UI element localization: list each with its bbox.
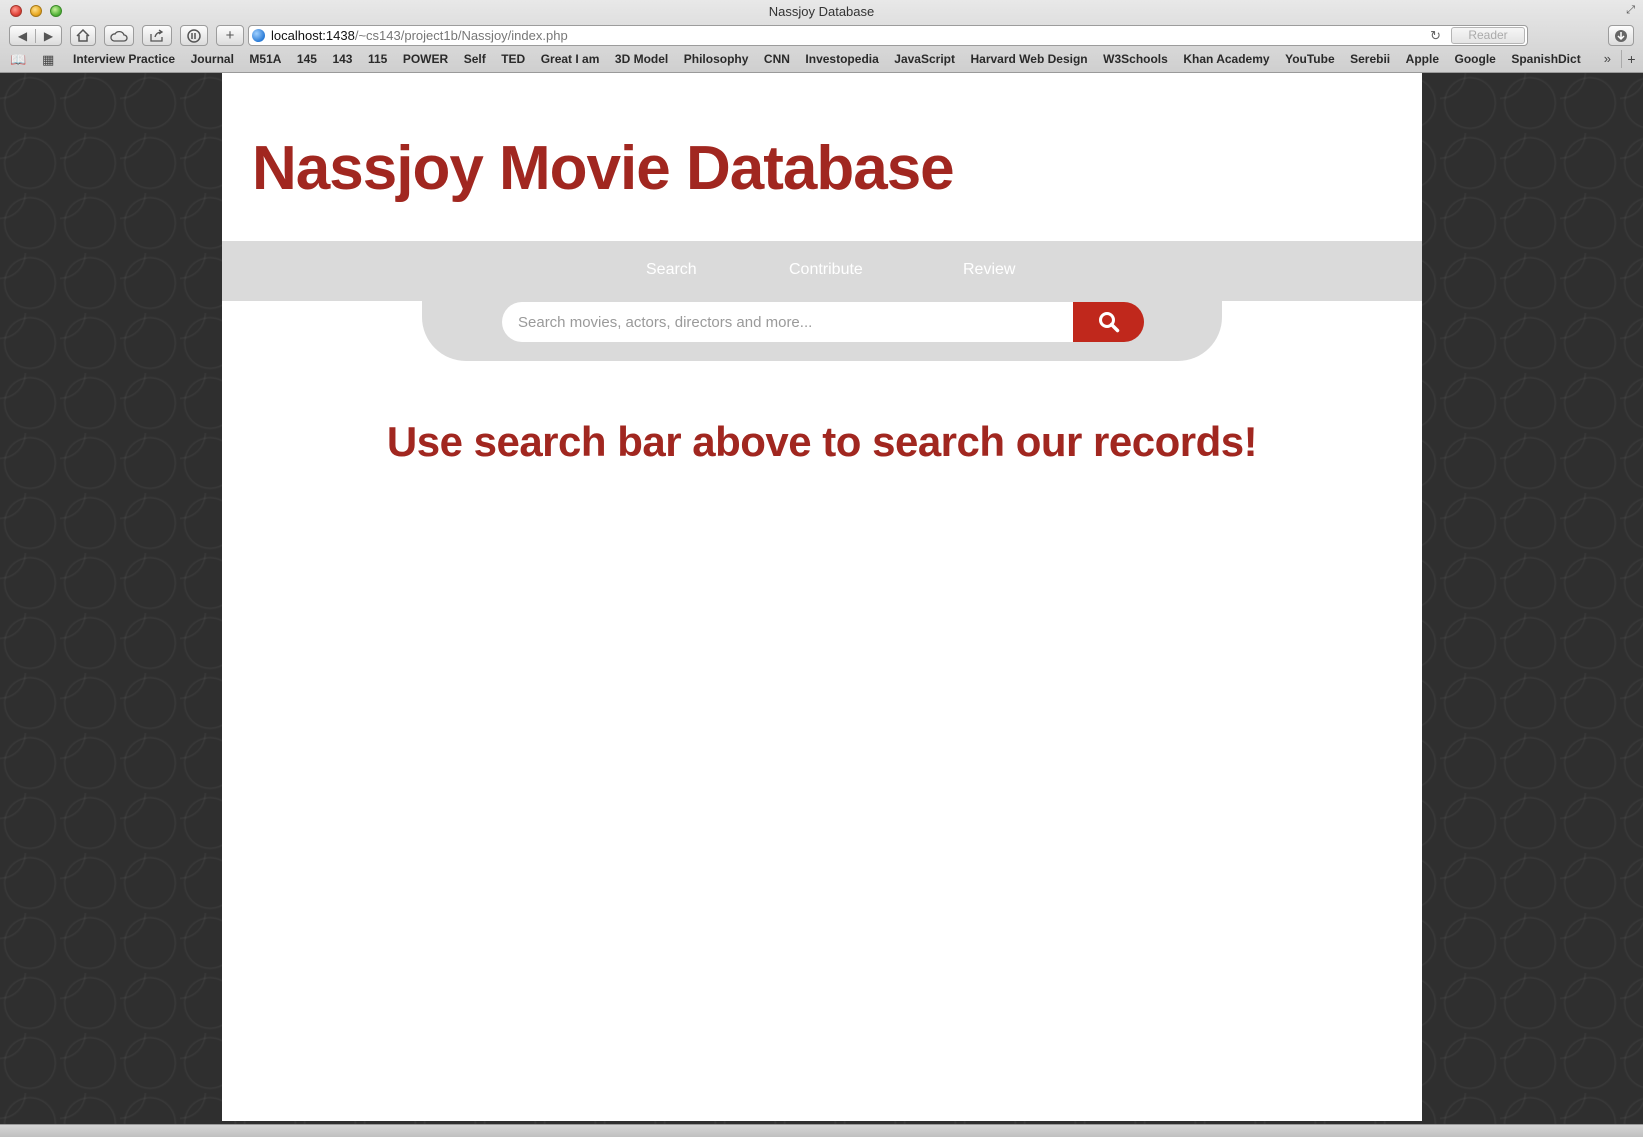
address-bar[interactable]: localhost:1438/~cs143/project1b/Nassjoy/… xyxy=(248,25,1528,46)
fullscreen-icon[interactable]: ⤢ xyxy=(1626,4,1635,17)
url-path: /~cs143/project1b/Nassjoy/index.php xyxy=(354,28,568,43)
bookmark-item[interactable]: CNN xyxy=(764,52,790,66)
downloads-button[interactable] xyxy=(1608,25,1634,46)
share-button[interactable] xyxy=(142,25,172,46)
nav-review-link[interactable]: Review xyxy=(963,261,1015,279)
bookmark-item[interactable]: POWER xyxy=(403,52,448,66)
bookmark-item[interactable]: 3D Model xyxy=(615,52,668,66)
forward-button[interactable]: ▶ xyxy=(36,29,61,43)
add-bookmark-icon[interactable]: + xyxy=(1621,50,1641,68)
bookmark-item[interactable]: Khan Academy xyxy=(1183,52,1269,66)
search-button[interactable] xyxy=(1073,302,1144,342)
icloud-tabs-button[interactable] xyxy=(104,25,134,46)
url-host: localhost:1438 xyxy=(271,28,355,43)
reload-icon[interactable]: ↻ xyxy=(1430,26,1441,45)
plus-icon: + xyxy=(225,27,235,44)
bookmark-item[interactable]: Harvard Web Design xyxy=(970,52,1087,66)
cloud-icon xyxy=(110,30,128,42)
reading-list-icon[interactable]: 📖 xyxy=(10,52,26,68)
site-title: Nassjoy Movie Database xyxy=(252,134,955,203)
bookmark-item[interactable]: Google xyxy=(1455,52,1496,66)
search-input[interactable] xyxy=(502,302,1074,342)
window-title: Nassjoy Database xyxy=(768,4,875,19)
bookmark-item[interactable]: Serebii xyxy=(1350,52,1390,66)
bookmark-item[interactable]: Great I am xyxy=(541,52,600,66)
bookmark-item[interactable]: JavaScript xyxy=(894,52,955,66)
top-sites-icon[interactable]: ▦ xyxy=(42,52,54,68)
main-content: Nassjoy Movie Database Search Contribute… xyxy=(222,73,1422,1121)
search-prompt-heading: Use search bar above to search our recor… xyxy=(386,418,1258,465)
bookmark-item[interactable]: Apple xyxy=(1406,52,1439,66)
browser-toolbar: ◀ ▶ + localhost:1438/~cs143/project1b/Na… xyxy=(0,24,1643,48)
title-bar: Nassjoy Database ⤢ xyxy=(0,0,1643,24)
new-tab-button[interactable]: + xyxy=(216,25,244,46)
search-icon xyxy=(1098,312,1119,333)
browser-chrome: Nassjoy Database ⤢ ◀ ▶ + localhost:1438/… xyxy=(0,0,1643,73)
bookmarks-overflow-icon[interactable]: » xyxy=(1604,51,1611,66)
search-bar-container xyxy=(422,301,1222,361)
bookmark-item[interactable]: M51A xyxy=(249,52,281,66)
home-button[interactable] xyxy=(70,25,96,46)
download-icon xyxy=(1615,29,1627,42)
globe-icon xyxy=(252,29,265,42)
bookmark-item[interactable]: W3Schools xyxy=(1103,52,1168,66)
share-icon xyxy=(150,29,164,42)
main-nav: Search Contribute Review xyxy=(222,241,1422,301)
bookmark-item[interactable]: Journal xyxy=(191,52,234,66)
bookmark-item[interactable]: SpanishDict xyxy=(1511,52,1580,66)
extension-button[interactable] xyxy=(180,25,208,46)
back-button[interactable]: ◀ xyxy=(10,28,36,43)
bookmark-item[interactable]: 145 xyxy=(297,52,317,66)
url-text: localhost:1438/~cs143/project1b/Nassjoy/… xyxy=(271,26,568,45)
bookmark-item[interactable]: Investopedia xyxy=(805,52,878,66)
bookmark-item[interactable]: Interview Practice xyxy=(73,52,175,66)
bookmark-item[interactable]: Philosophy xyxy=(684,52,749,66)
reader-button[interactable]: Reader xyxy=(1451,27,1525,44)
bookmark-item[interactable]: YouTube xyxy=(1285,52,1335,66)
nav-contribute-link[interactable]: Contribute xyxy=(789,261,863,279)
back-forward-buttons: ◀ ▶ xyxy=(9,25,62,46)
bookmark-list: Interview Practice Journal M51A 145 143 115 PO… xyxy=(73,52,1596,66)
adblock-icon xyxy=(187,28,201,43)
home-icon xyxy=(76,29,90,42)
status-bar xyxy=(0,1124,1643,1137)
bookmarks-bar: 📖 ▦ Interview Practice Journal M51A 145 143 1… xyxy=(0,49,1643,71)
bookmark-item[interactable]: TED xyxy=(501,52,525,66)
nav-search-link[interactable]: Search xyxy=(646,261,697,279)
bookmark-item[interactable]: Self xyxy=(464,52,486,66)
bookmark-item[interactable]: 143 xyxy=(332,52,352,66)
bookmark-item[interactable]: 115 xyxy=(368,52,387,66)
